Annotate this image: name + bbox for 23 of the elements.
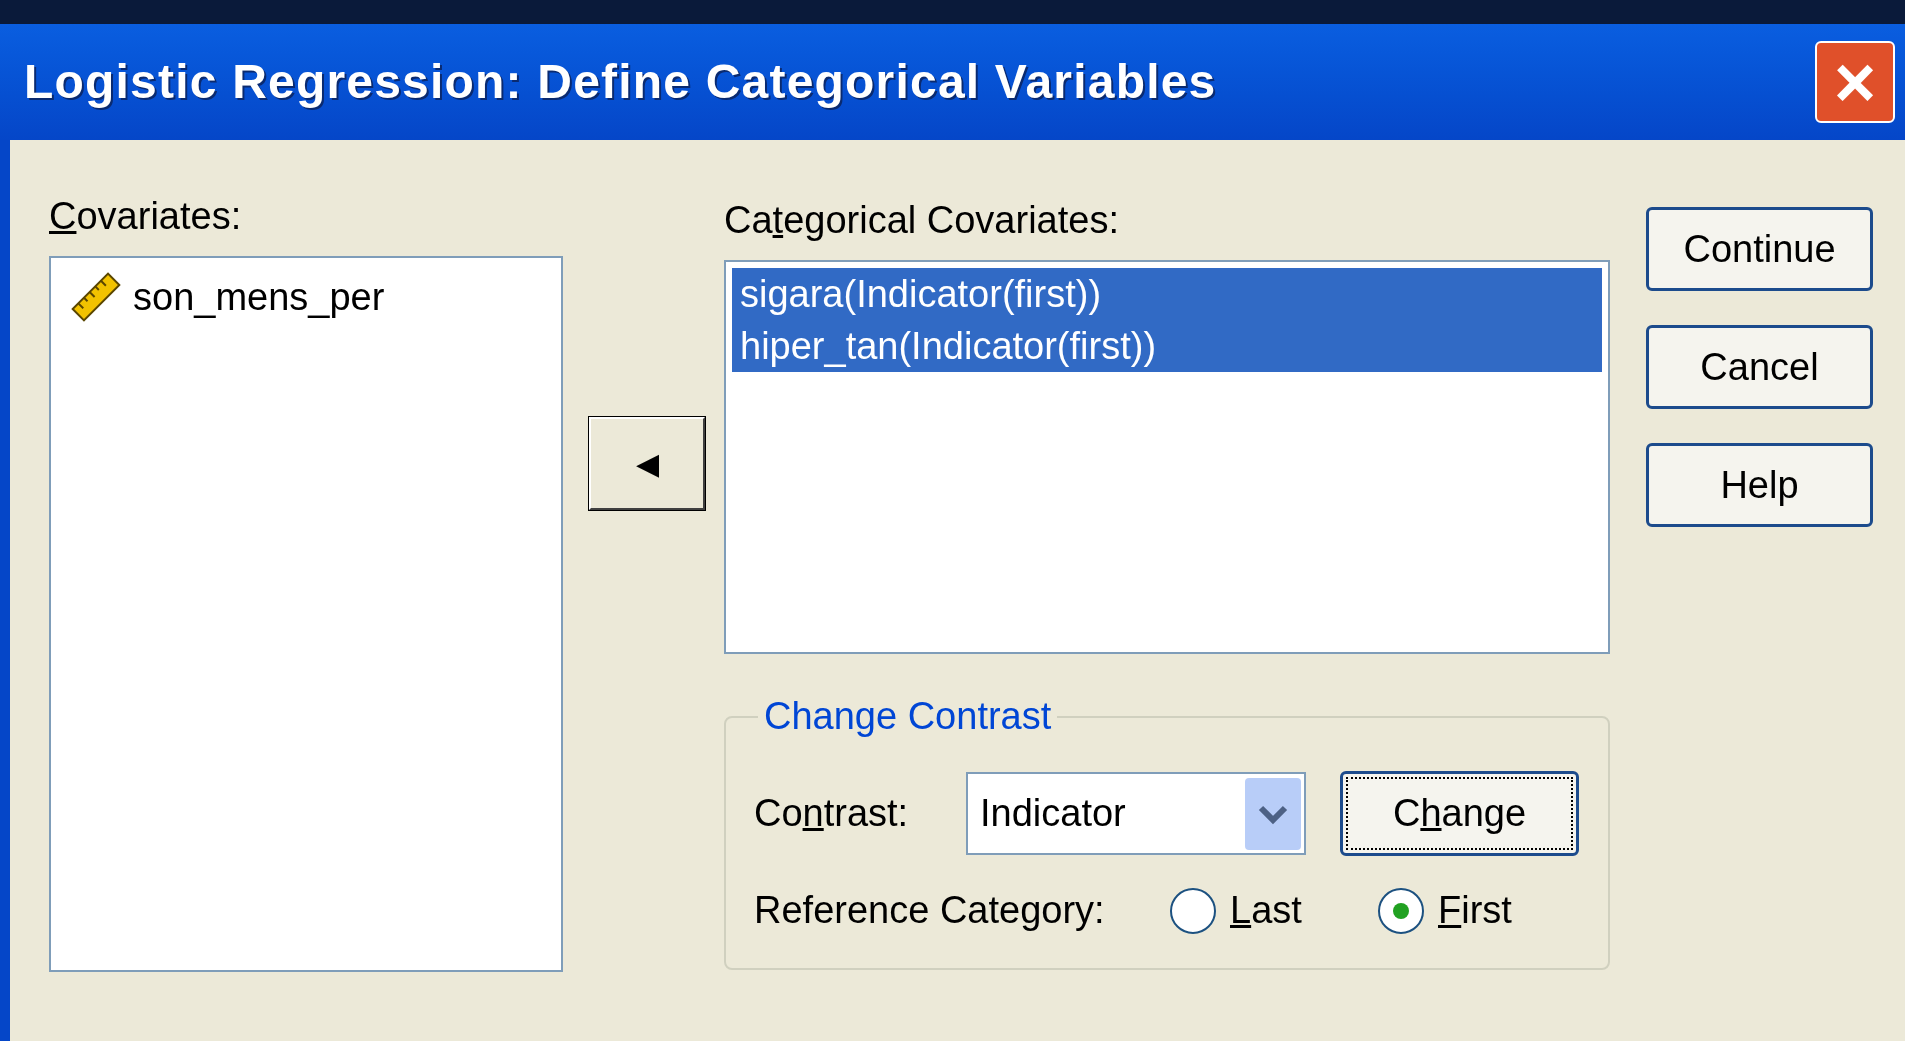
close-button[interactable]: × bbox=[1815, 41, 1895, 123]
group-title: Change Contrast bbox=[763, 694, 1053, 739]
radio-button[interactable] bbox=[1170, 887, 1216, 934]
window-title: Logistic Regression: Define Categorical Variables bbox=[24, 54, 1217, 110]
cancel-button[interactable]: Cancel bbox=[1646, 325, 1873, 409]
list-item[interactable]: hiper_tan(Indicator(first)) bbox=[732, 320, 1602, 372]
contrast-dropdown[interactable]: Indicator bbox=[966, 772, 1306, 855]
radio-button[interactable] bbox=[1378, 887, 1424, 934]
contrast-label: Contrast: bbox=[754, 791, 910, 836]
radio-option[interactable]: First bbox=[1378, 882, 1512, 939]
list-item[interactable]: sigara(Indicator(first)) bbox=[732, 268, 1602, 320]
reference-category-label: Reference Category: bbox=[754, 888, 1106, 933]
list-item[interactable]: son_mens_per bbox=[55, 262, 561, 332]
categorical-covariates-list[interactable]: sigara(Indicator(first)) hiper_tan(Indicator(first)) bbox=[724, 260, 1610, 654]
move-button[interactable]: ◀ bbox=[589, 417, 705, 510]
continue-button[interactable]: Continue bbox=[1646, 207, 1873, 291]
change-button[interactable]: Change bbox=[1340, 771, 1579, 856]
dropdown-value: Indicator bbox=[980, 791, 1126, 836]
help-button[interactable]: Help bbox=[1646, 443, 1873, 527]
categorical-covariates-label: Categorical Covariates: bbox=[724, 198, 1120, 242]
covariates-label: Covariates: bbox=[49, 194, 243, 238]
radio-option[interactable]: Last bbox=[1170, 882, 1378, 939]
covariates-list[interactable]: son_mens_per bbox=[49, 256, 563, 972]
